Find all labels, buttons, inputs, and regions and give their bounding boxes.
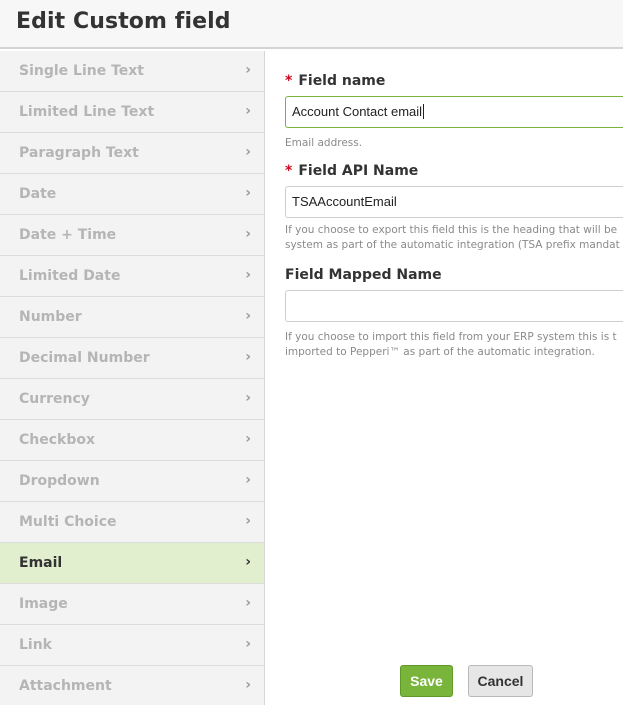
sidebar-item-label: Limited Line Text	[19, 104, 155, 120]
api-name-label: * Field API Name	[285, 163, 419, 179]
sidebar-item-label: Dropdown	[19, 473, 100, 489]
chevron-right-icon: ›	[245, 349, 251, 365]
field-form: * Field name Account Contact email Email …	[265, 51, 623, 705]
chevron-right-icon: ›	[245, 103, 251, 119]
sidebar-item-label: Currency	[19, 391, 90, 407]
sidebar-item-checkbox[interactable]: Checkbox ›	[0, 420, 264, 461]
sidebar-item-label: Limited Date	[19, 268, 121, 284]
sidebar-item-label: Date + Time	[19, 227, 117, 243]
api-name-input[interactable]: TSAAccountEmail	[285, 186, 623, 218]
sidebar-item-number[interactable]: Number ›	[0, 297, 264, 338]
chevron-right-icon: ›	[245, 513, 251, 529]
chevron-right-icon: ›	[245, 144, 251, 160]
field-type-sidebar: Single Line Text › Limited Line Text › Parag…	[0, 51, 265, 705]
chevron-right-icon: ›	[245, 267, 251, 283]
required-marker: *	[285, 163, 293, 179]
api-name-help-line2: system as part of the automatic integrat…	[285, 239, 620, 251]
sidebar-item-label: Multi Choice	[19, 514, 117, 530]
sidebar-item-date-time[interactable]: Date + Time ›	[0, 215, 264, 256]
field-name-input[interactable]: Account Contact email	[285, 96, 623, 128]
sidebar-item-label: Single Line Text	[19, 63, 145, 79]
page-header: Edit Custom field	[0, 0, 623, 49]
chevron-right-icon: ›	[245, 677, 251, 693]
sidebar-item-label: Email	[19, 555, 63, 571]
mapped-name-help-line1: If you choose to import this field from …	[285, 331, 617, 343]
sidebar-item-label: Link	[19, 637, 52, 653]
mapped-name-input[interactable]	[285, 290, 623, 322]
sidebar-item-label: Paragraph Text	[19, 145, 139, 161]
sidebar-item-limited-date[interactable]: Limited Date ›	[0, 256, 264, 297]
save-button[interactable]: Save	[400, 665, 453, 697]
chevron-right-icon: ›	[245, 185, 251, 201]
sidebar-item-date[interactable]: Date ›	[0, 174, 264, 215]
sidebar-item-label: Checkbox	[19, 432, 96, 448]
chevron-right-icon: ›	[245, 390, 251, 406]
sidebar-item-dropdown[interactable]: Dropdown ›	[0, 461, 264, 502]
chevron-right-icon: ›	[245, 554, 251, 570]
sidebar-item-multi-choice[interactable]: Multi Choice ›	[0, 502, 264, 543]
sidebar-item-label: Date	[19, 186, 57, 202]
required-marker: *	[285, 73, 293, 89]
chevron-right-icon: ›	[245, 431, 251, 447]
sidebar-item-label: Number	[19, 309, 82, 325]
sidebar-item-image[interactable]: Image ›	[0, 584, 264, 625]
sidebar-item-paragraph-text[interactable]: Paragraph Text ›	[0, 133, 264, 174]
sidebar-item-single-line-text[interactable]: Single Line Text ›	[0, 51, 264, 92]
sidebar-item-link[interactable]: Link ›	[0, 625, 264, 666]
chevron-right-icon: ›	[245, 308, 251, 324]
chevron-right-icon: ›	[245, 226, 251, 242]
api-name-help-line1: If you choose to export this field this …	[285, 224, 618, 236]
chevron-right-icon: ›	[245, 472, 251, 488]
chevron-right-icon: ›	[245, 636, 251, 652]
sidebar-item-attachment[interactable]: Attachment ›	[0, 666, 264, 705]
sidebar-item-email[interactable]: Email ›	[0, 543, 264, 584]
chevron-right-icon: ›	[245, 62, 251, 78]
sidebar-item-limited-line-text[interactable]: Limited Line Text ›	[0, 92, 264, 133]
sidebar-item-label: Image	[19, 596, 68, 612]
chevron-right-icon: ›	[245, 595, 251, 611]
field-name-label: * Field name	[285, 73, 386, 89]
mapped-name-help-line2: imported to Pepperi™ as part of the auto…	[285, 346, 595, 358]
sidebar-item-decimal-number[interactable]: Decimal Number ›	[0, 338, 264, 379]
text-caret	[423, 104, 425, 119]
mapped-name-label: Field Mapped Name	[285, 267, 442, 283]
cancel-button[interactable]: Cancel	[468, 665, 533, 697]
sidebar-item-label: Decimal Number	[19, 350, 150, 366]
page-title: Edit Custom field	[16, 9, 231, 34]
field-name-help: Email address.	[285, 137, 363, 149]
sidebar-item-currency[interactable]: Currency ›	[0, 379, 264, 420]
sidebar-item-label: Attachment	[19, 678, 112, 694]
